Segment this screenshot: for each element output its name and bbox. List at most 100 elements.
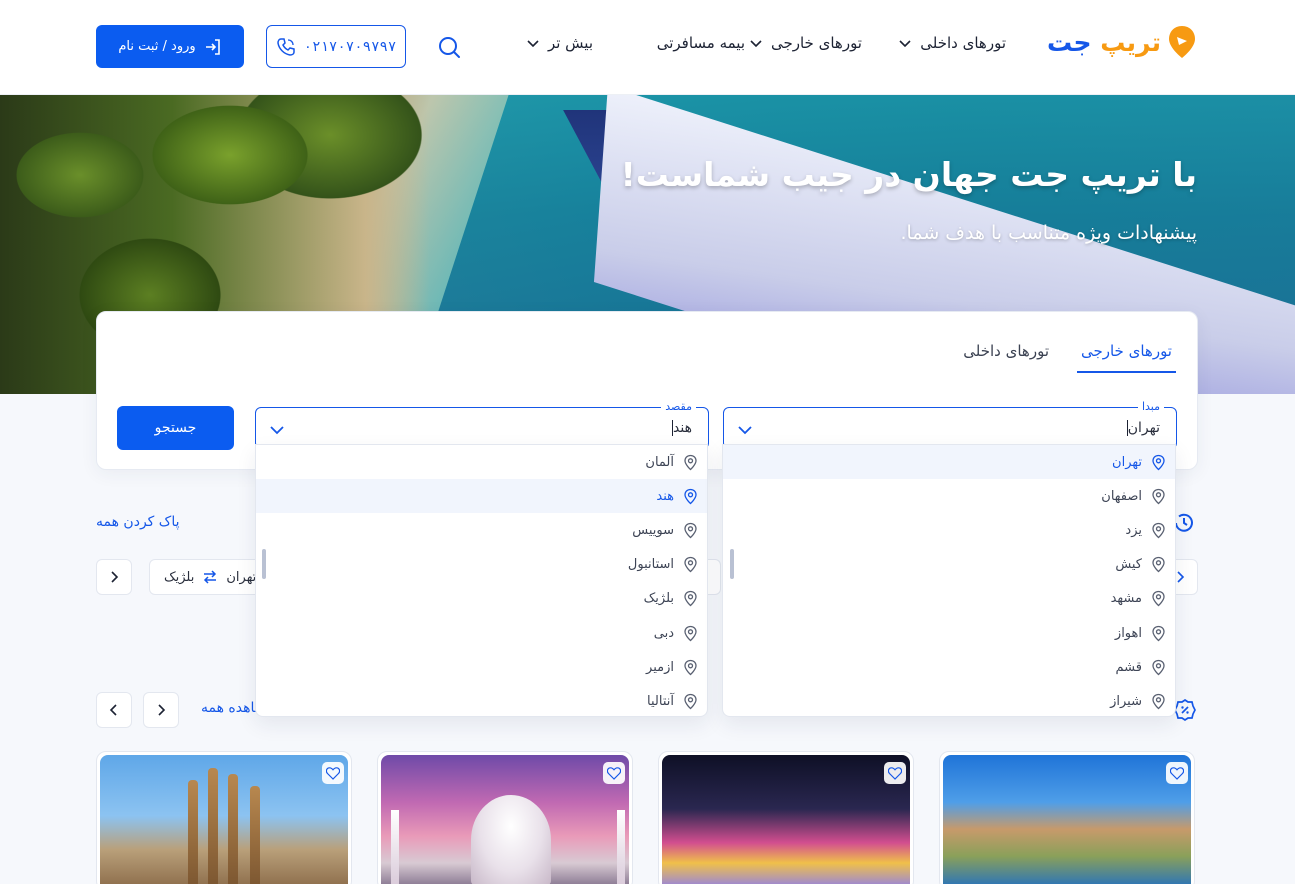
dropdown-option[interactable]: دبی: [256, 616, 707, 650]
favorite-heart-icon[interactable]: [322, 762, 344, 784]
dropdown-option[interactable]: شیراز: [723, 684, 1175, 716]
nav-foreign-label: تورهای خارجی: [770, 34, 862, 52]
dropdown-option[interactable]: مشهد: [723, 582, 1175, 616]
dropdown-option[interactable]: قشم: [723, 650, 1175, 684]
nav-travel-insurance[interactable]: بیمه مسافرتی: [657, 34, 745, 52]
dropdown-option[interactable]: تهران: [723, 445, 1175, 479]
chip-to: بلژیک: [164, 569, 195, 585]
nav-insurance-label: بیمه مسافرتی: [656, 34, 745, 52]
dropdown-option[interactable]: سوییس: [256, 513, 707, 547]
tour-card[interactable]: [658, 751, 914, 884]
phone-icon: [276, 37, 295, 56]
map-pin-logo-icon: [1169, 26, 1195, 58]
nav-domestic-label: تورهای داخلی: [920, 34, 1006, 52]
swap-icon: [204, 570, 217, 584]
location-pin-icon: [1152, 625, 1165, 641]
dropdown-option[interactable]: یزد: [723, 513, 1175, 547]
favorite-heart-icon[interactable]: [603, 762, 625, 784]
location-pin-icon: [684, 591, 697, 607]
option-label: ازمیر: [646, 659, 674, 675]
location-pin-icon: [684, 454, 697, 470]
dropdown-option[interactable]: کیش: [723, 548, 1175, 582]
location-pin-icon: [1152, 488, 1165, 505]
origin-value: تهران: [1126, 420, 1160, 436]
search-icon[interactable]: [436, 34, 462, 60]
hero-subtitle: پیشنهادات ویژه متناسب با هدف شما.: [900, 222, 1198, 244]
chevron-down-icon: [899, 40, 911, 48]
option-label: دبی: [653, 625, 674, 641]
dropdown-option[interactable]: ازمیر: [256, 650, 707, 684]
offers-prev-button[interactable]: [96, 692, 132, 728]
tour-card[interactable]: [939, 751, 1195, 884]
option-label: بلژیک: [643, 591, 674, 607]
location-pin-icon: [684, 522, 697, 539]
nav-foreign-tours[interactable]: تورهای خارجی: [749, 34, 862, 52]
option-label: سوییس: [632, 522, 674, 538]
search-submit-button[interactable]: جستجو: [117, 406, 234, 450]
origin-dropdown: تهران اصفهان یزد کیش مشهد اهواز قشم شیراز: [722, 444, 1176, 717]
phone-button[interactable]: ۰۲۱۷۰۷۰۹۷۹۷: [266, 25, 406, 68]
option-label: قشم: [1115, 659, 1142, 675]
discount-badge-icon: [1174, 698, 1196, 722]
destination-field[interactable]: مقصد هند: [255, 400, 709, 449]
dropdown-option[interactable]: آنتالیا: [256, 684, 707, 716]
option-label: اصفهان: [1101, 488, 1142, 504]
option-label: آنتالیا: [647, 693, 674, 709]
option-label: آلمان: [645, 454, 674, 470]
chevron-down-icon: [270, 426, 284, 435]
tab-domestic-tours[interactable]: تورهای داخلی: [963, 342, 1049, 360]
chevron-right-icon: [158, 704, 166, 716]
dropdown-option[interactable]: اهواز: [723, 616, 1175, 650]
recent-search-chip[interactable]: بلژیک تهران: [149, 559, 267, 595]
location-pin-icon: [1152, 556, 1165, 573]
carousel-next-button[interactable]: [96, 559, 132, 595]
option-label: شیراز: [1110, 693, 1142, 709]
location-pin-icon: [684, 488, 697, 505]
location-pin-icon: [1152, 454, 1165, 470]
tour-card[interactable]: [96, 751, 352, 884]
chip-from: تهران: [226, 569, 257, 585]
dropdown-option[interactable]: بلژیک: [256, 582, 707, 616]
destination-value: هند: [672, 420, 692, 436]
login-arrow-icon: [205, 38, 220, 55]
favorite-heart-icon[interactable]: [884, 762, 906, 784]
tour-image-city-night: [662, 755, 910, 884]
tour-image-taj-mahal: [381, 755, 629, 884]
dropdown-option[interactable]: استانبول: [256, 548, 707, 582]
origin-field[interactable]: مبدا تهران: [723, 400, 1177, 449]
favorite-heart-icon[interactable]: [1166, 762, 1188, 784]
clear-all-link[interactable]: پاک کردن همه: [96, 514, 179, 530]
tour-image-barcelona: [100, 755, 348, 884]
option-label: اهواز: [1114, 625, 1142, 641]
location-pin-icon: [1152, 693, 1165, 710]
destination-dropdown: آلمان هند سوییس استانبول بلژیک دبی ازمیر آنتالی…: [255, 444, 708, 717]
location-pin-icon: [1152, 591, 1165, 607]
chevron-down-icon: [738, 426, 752, 435]
offers-next-button[interactable]: [143, 692, 179, 728]
dropdown-option[interactable]: آلمان: [256, 445, 707, 479]
nav-domestic-tours[interactable]: تورهای داخلی: [898, 34, 1006, 52]
location-pin-icon: [1152, 659, 1165, 676]
tab-foreign-tours[interactable]: تورهای خارجی: [1076, 342, 1177, 373]
nav-more[interactable]: بیش تر: [526, 34, 593, 52]
origin-label: مبدا: [1137, 400, 1164, 413]
option-label: یزد: [1125, 522, 1142, 538]
location-pin-icon: [684, 693, 697, 710]
logo[interactable]: تریپ جت: [1047, 24, 1197, 60]
destination-label: مقصد: [661, 400, 696, 413]
dropdown-option[interactable]: اصفهان: [723, 479, 1175, 513]
site-header: تریپ جت تورهای داخلی تورهای خارجی بیمه م…: [0, 0, 1295, 95]
location-pin-icon: [684, 625, 697, 641]
location-pin-icon: [1152, 522, 1165, 539]
login-register-button[interactable]: ورود / ثبت نام: [96, 25, 244, 68]
option-label: هند: [656, 488, 674, 504]
chevron-right-icon: [111, 571, 119, 583]
option-label: استانبول: [627, 557, 674, 573]
recent-search-chip-edge: [707, 559, 721, 595]
option-label: کیش: [1115, 557, 1142, 573]
chevron-down-icon: [527, 40, 539, 48]
tour-card[interactable]: [377, 751, 633, 884]
option-label: مشهد: [1110, 591, 1142, 607]
dropdown-option[interactable]: هند: [256, 479, 707, 514]
logo-wordmark: تریپ جت: [1047, 27, 1161, 57]
